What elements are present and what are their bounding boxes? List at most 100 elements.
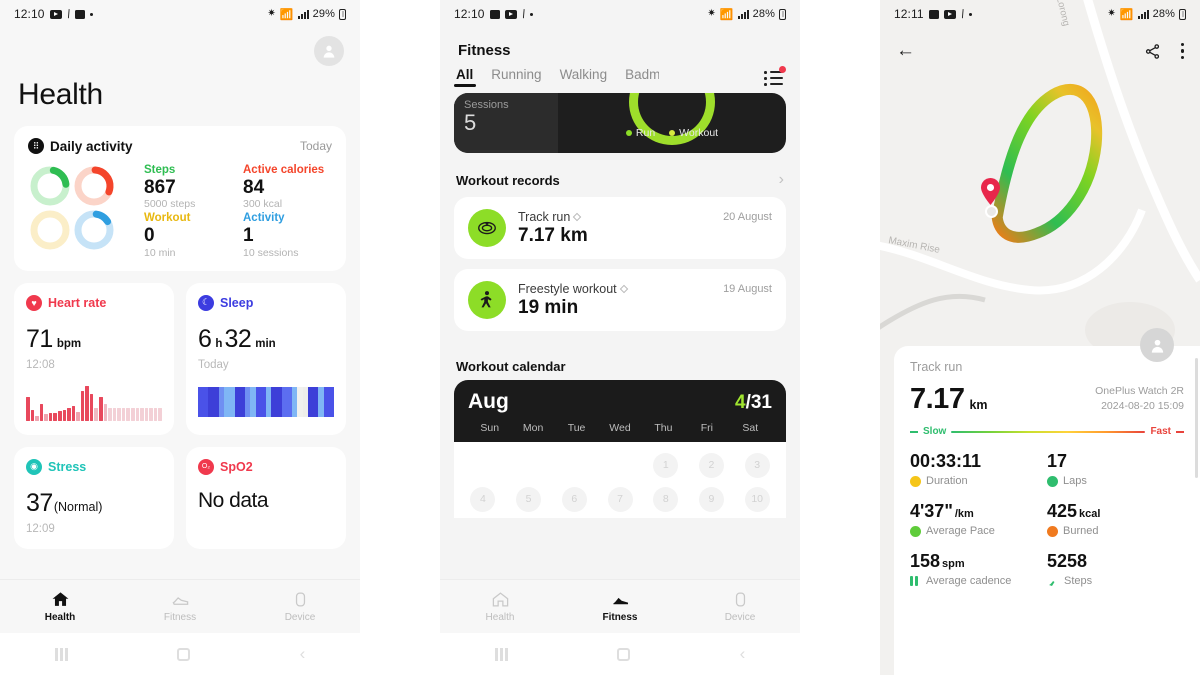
stat-value: 425 <box>1047 501 1078 522</box>
nav-label: Device <box>284 612 316 623</box>
list-icon[interactable] <box>764 66 786 86</box>
phone-screen-run-detail: Lorong Maxim Rise 12:11 \ ✷ 📶 28% ← Trac… <box>880 0 1200 675</box>
heart-rate-card[interactable]: ♥ Heart rate 71 bpm 12:08 <box>14 282 174 435</box>
recents-button[interactable] <box>54 647 68 661</box>
profile-avatar[interactable] <box>1140 328 1174 362</box>
calendar-day[interactable]: 1 <box>643 448 689 482</box>
legend-slow-label: Slow <box>923 426 947 438</box>
legend-dash-right <box>1176 430 1184 433</box>
calendar-day[interactable]: 6 <box>551 482 597 516</box>
start-marker-icon <box>981 178 1000 205</box>
metric-label: Activity <box>243 212 285 225</box>
calendar-day[interactable]: 10 <box>734 482 780 516</box>
record-row-track-run[interactable]: Track run 7.17 km 20 August <box>454 197 786 259</box>
nav-tab-fitness[interactable]: Fitness <box>560 590 680 623</box>
calendar-week-1: 1 2 3 <box>460 448 780 482</box>
metric-value: 0 <box>144 225 155 247</box>
pace-gradient-legend: Slow Fast <box>910 426 1184 437</box>
wifi-icon: 📶 <box>1119 8 1134 21</box>
sheet-scrollbar[interactable] <box>1195 358 1198 478</box>
ring-steps <box>30 166 70 206</box>
calendar-day[interactable]: 8 <box>643 482 689 516</box>
workout-calendar[interactable]: Aug 4/31 Sun Mon Tue Wed Thu Fri Sat 1 2… <box>454 380 786 518</box>
back-button[interactable]: ‹ <box>300 644 306 664</box>
profile-avatar[interactable] <box>314 36 344 66</box>
metric-sub: 5000 steps <box>144 198 196 211</box>
metric-active-calories: Active calories 84 300 kcal <box>243 164 332 210</box>
stat-value: 17 <box>1047 451 1068 472</box>
dow-label: Thu <box>654 422 673 434</box>
track-run-icon <box>468 209 506 247</box>
daily-activity-icon: ⠿ <box>28 138 44 154</box>
nav-tab-health[interactable]: Health <box>440 590 560 623</box>
stress-card[interactable]: ◉ Stress 37 (Normal) 12:09 <box>14 446 174 549</box>
stat-value: 5258 <box>1047 551 1088 572</box>
spo2-card[interactable]: O₂ SpO2 No data <box>186 446 346 549</box>
stress-level: (Normal) <box>53 499 103 514</box>
metric-label: Steps <box>144 164 176 176</box>
stat-burned: 425 kcal Burned <box>1047 501 1184 537</box>
cadence-icon <box>910 575 921 587</box>
record-date: 20 August <box>723 211 772 223</box>
record-row-freestyle-workout[interactable]: Freestyle workout 19 min 19 August <box>454 269 786 331</box>
nav-tab-fitness[interactable]: Fitness <box>120 590 240 623</box>
calendar-day-empty <box>597 448 643 482</box>
metric-activity: Activity 1 10 sessions <box>243 212 332 258</box>
nav-tab-health[interactable]: Health <box>0 590 120 623</box>
legend-label: Workout <box>679 127 719 139</box>
tab-all[interactable]: All <box>456 67 473 89</box>
stat-value: 00:33:11 <box>910 451 982 472</box>
spo2-icon: O₂ <box>198 458 214 475</box>
stat-value: 158 <box>910 551 941 572</box>
detail-toolbar: ← <box>880 28 1200 74</box>
calendar-day[interactable]: 9 <box>689 482 735 516</box>
daily-activity-card[interactable]: ⠿ Daily activity Today Steps 867 5000 st… <box>14 126 346 271</box>
calendar-day[interactable]: 2 <box>689 448 735 482</box>
tab-badminton[interactable]: Badm <box>625 67 659 89</box>
dot-icon <box>89 12 93 16</box>
tab-running[interactable]: Running <box>491 67 541 89</box>
calendar-day[interactable]: 3 <box>734 448 780 482</box>
signal-icon <box>737 9 749 19</box>
home-button[interactable] <box>617 647 631 661</box>
kebab-menu-icon[interactable] <box>1180 42 1184 60</box>
sync-diamond-icon <box>619 284 628 293</box>
nav-tab-device[interactable]: Device <box>240 590 360 623</box>
metric-sub: 300 kcal <box>243 198 283 211</box>
calendar-month: Aug <box>468 390 509 413</box>
fitness-summary-card[interactable]: Sessions 5 Run Workout <box>454 93 786 153</box>
battery-percent: 28% <box>1152 8 1175 20</box>
ring-activity <box>74 210 114 250</box>
pace-gradient-bar <box>951 430 1146 434</box>
ring-workout <box>30 210 70 250</box>
back-button[interactable]: ‹ <box>740 644 746 664</box>
recents-button[interactable] <box>494 647 508 661</box>
bluetooth-icon: ✷ <box>707 8 716 19</box>
nav-tab-device[interactable]: Device <box>680 590 800 623</box>
calendar-day[interactable]: 7 <box>597 482 643 516</box>
tab-walking[interactable]: Walking <box>560 67 608 89</box>
calendar-day[interactable]: 4 <box>460 482 506 516</box>
legend-fast-label: Fast <box>1150 426 1171 438</box>
signal-icon <box>1137 9 1149 19</box>
shoe-icon <box>172 597 188 605</box>
chart-legend: Run Workout <box>558 127 786 139</box>
slash-icon: \ <box>958 6 967 22</box>
metric-workout: Workout 0 10 min <box>144 212 233 258</box>
sessions-value: 5 <box>464 110 477 135</box>
image-icon <box>928 9 939 19</box>
share-icon[interactable] <box>1144 43 1161 60</box>
sleep-card[interactable]: ☾ Sleep 6 h 32 min Today <box>186 282 346 435</box>
calendar-day[interactable]: 5 <box>506 482 552 516</box>
workout-records-header[interactable]: Workout records › <box>440 153 800 197</box>
android-system-nav: ‹ <box>0 633 360 675</box>
notification-badge <box>779 66 786 73</box>
home-button[interactable] <box>177 647 191 661</box>
back-arrow-icon[interactable]: ← <box>896 40 915 62</box>
watch-icon <box>295 592 305 607</box>
android-system-nav: ‹ <box>440 633 800 675</box>
distance-unit: km <box>969 398 988 413</box>
sync-diamond-icon <box>573 212 582 221</box>
dow-label: Fri <box>700 422 713 434</box>
image-icon <box>489 9 500 19</box>
